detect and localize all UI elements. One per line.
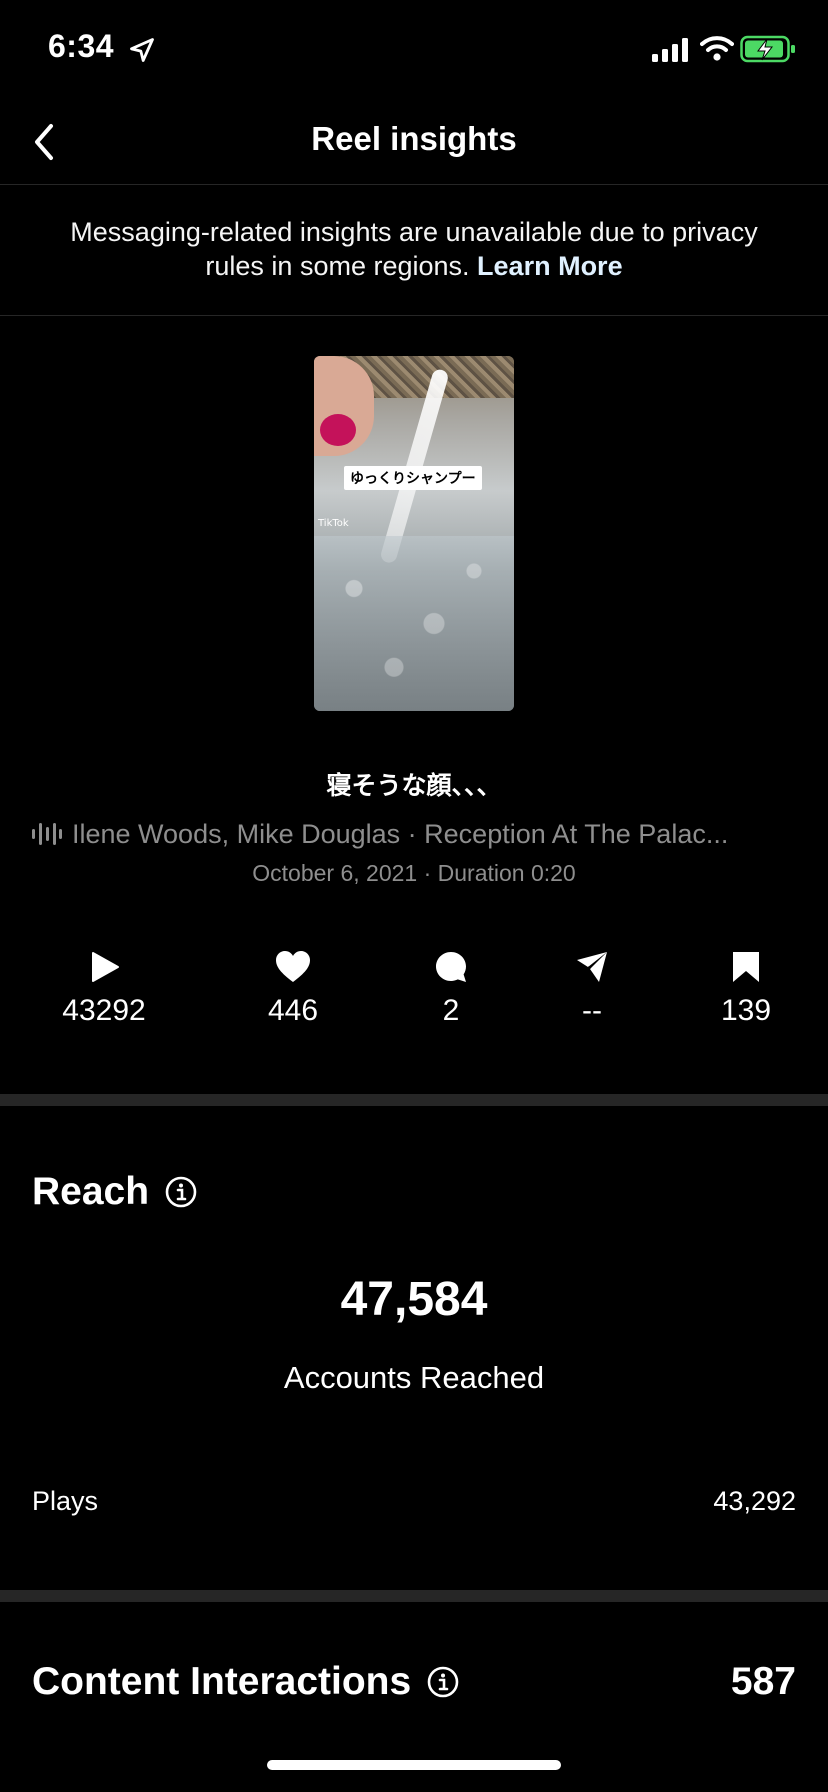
section-divider bbox=[0, 1094, 828, 1106]
plays-row-label: Plays bbox=[32, 1486, 99, 1516]
audio-waveform-icon bbox=[32, 823, 62, 845]
metric-plays-value: 43292 bbox=[62, 994, 146, 1027]
info-icon[interactable] bbox=[165, 1176, 197, 1208]
reel-caption: 寝そうな顔、、、 bbox=[326, 771, 502, 800]
metric-shares: -- bbox=[522, 950, 662, 1028]
thumbnail-watermark: TikTok bbox=[318, 518, 349, 529]
thumbnail-caption: ゆっくりシャンプー bbox=[344, 466, 482, 490]
bookmark-icon bbox=[733, 952, 759, 982]
thumbnail-nail bbox=[320, 414, 356, 446]
audio-info[interactable]: Ilene Woods, Mike Douglas · Reception At… bbox=[32, 816, 802, 852]
interactions-header: Content Interactions bbox=[32, 1660, 459, 1704]
metric-saves-value: 139 bbox=[720, 994, 772, 1027]
status-bar: 6:34 bbox=[0, 0, 828, 100]
location-arrow-icon bbox=[130, 38, 154, 62]
reel-thumbnail[interactable]: ゆっくりシャンプー TikTok bbox=[314, 356, 514, 711]
nav-bar: Reel insights bbox=[0, 100, 828, 185]
metric-plays: 43292 bbox=[34, 950, 174, 1028]
page-title: Reel insights bbox=[311, 120, 517, 157]
reel-date-duration: October 6, 2021 · Duration 0:20 bbox=[252, 860, 576, 886]
play-icon bbox=[92, 952, 119, 982]
battery-charging-icon bbox=[740, 35, 795, 63]
heart-icon bbox=[276, 951, 310, 982]
info-icon[interactable] bbox=[427, 1666, 459, 1698]
cellular-signal-icon bbox=[652, 38, 688, 62]
metric-saves: 139 bbox=[676, 950, 816, 1028]
metric-comments-value: 2 bbox=[442, 994, 460, 1027]
reach-label: Accounts Reached bbox=[283, 1360, 545, 1395]
audio-track-name: Ilene Woods, Mike Douglas · Reception At… bbox=[72, 818, 729, 849]
thumbnail-bubbles bbox=[314, 536, 514, 711]
notice-text: Messaging-related insights are unavailab… bbox=[70, 217, 758, 281]
interactions-title: Content Interactions bbox=[32, 1660, 412, 1703]
status-time: 6:34 bbox=[48, 28, 115, 64]
wifi-icon bbox=[700, 36, 734, 61]
privacy-notice: Messaging-related insights are unavailab… bbox=[0, 185, 828, 316]
metric-likes-value: 446 bbox=[267, 994, 319, 1027]
metric-comments: 2 bbox=[381, 950, 521, 1028]
comment-icon bbox=[436, 952, 466, 982]
share-icon bbox=[577, 952, 607, 982]
interactions-value: 587 bbox=[730, 1660, 796, 1703]
plays-row-value: 43,292 bbox=[713, 1486, 796, 1516]
metric-shares-value: -- bbox=[582, 994, 602, 1027]
metric-likes: 446 bbox=[223, 950, 363, 1028]
reach-header: Reach bbox=[32, 1170, 197, 1214]
reach-value: 47,584 bbox=[340, 1273, 488, 1326]
reach-title: Reach bbox=[32, 1170, 150, 1213]
home-indicator[interactable] bbox=[267, 1760, 561, 1770]
section-divider bbox=[0, 1590, 828, 1602]
learn-more-link[interactable]: Learn More bbox=[477, 251, 623, 281]
